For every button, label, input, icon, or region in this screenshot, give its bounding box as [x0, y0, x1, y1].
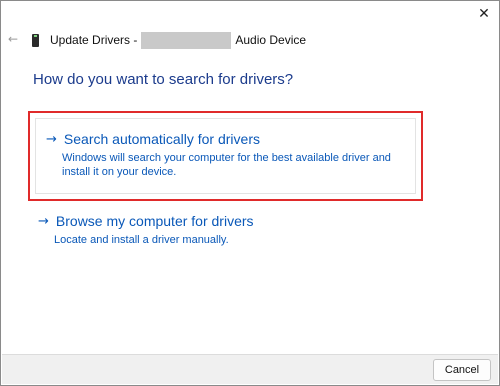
browse-computer-label: Browse my computer for drivers [55, 213, 254, 229]
arrow-right-icon: → [38, 213, 49, 229]
search-automatically-option[interactable]: → Search automatically for drivers Windo… [35, 118, 416, 194]
search-automatically-description: Windows will search your computer for th… [62, 152, 391, 178]
back-button[interactable]: ← [5, 31, 21, 47]
page-question: How do you want to search for drivers? [33, 71, 294, 88]
update-drivers-dialog: ✕ ← Update Drivers - Audio Device How do… [0, 0, 500, 386]
back-arrow-icon: ← [7, 32, 19, 46]
close-icon: ✕ [478, 6, 490, 22]
browse-computer-description: Locate and install a driver manually. [54, 234, 229, 246]
cancel-button[interactable]: Cancel [433, 359, 491, 381]
redacted-device-name [141, 31, 232, 49]
close-button[interactable]: ✕ [469, 1, 499, 27]
browse-computer-option[interactable]: → Browse my computer for drivers Locate … [28, 209, 423, 254]
audio-device-icon [32, 33, 39, 47]
title-prefix: Update Drivers - [50, 33, 138, 47]
search-automatically-label: Search automatically for drivers [63, 131, 260, 147]
arrow-right-icon: → [46, 131, 57, 147]
dialog-footer: Cancel [2, 354, 498, 384]
search-automatically-title[interactable]: → Search automatically for drivers [46, 131, 260, 147]
browse-computer-title[interactable]: → Browse my computer for drivers [38, 213, 254, 229]
dialog-title: Update Drivers - Audio Device [32, 31, 306, 49]
search-automatically-option-highlight: → Search automatically for drivers Windo… [28, 111, 423, 201]
title-suffix: Audio Device [235, 33, 307, 47]
